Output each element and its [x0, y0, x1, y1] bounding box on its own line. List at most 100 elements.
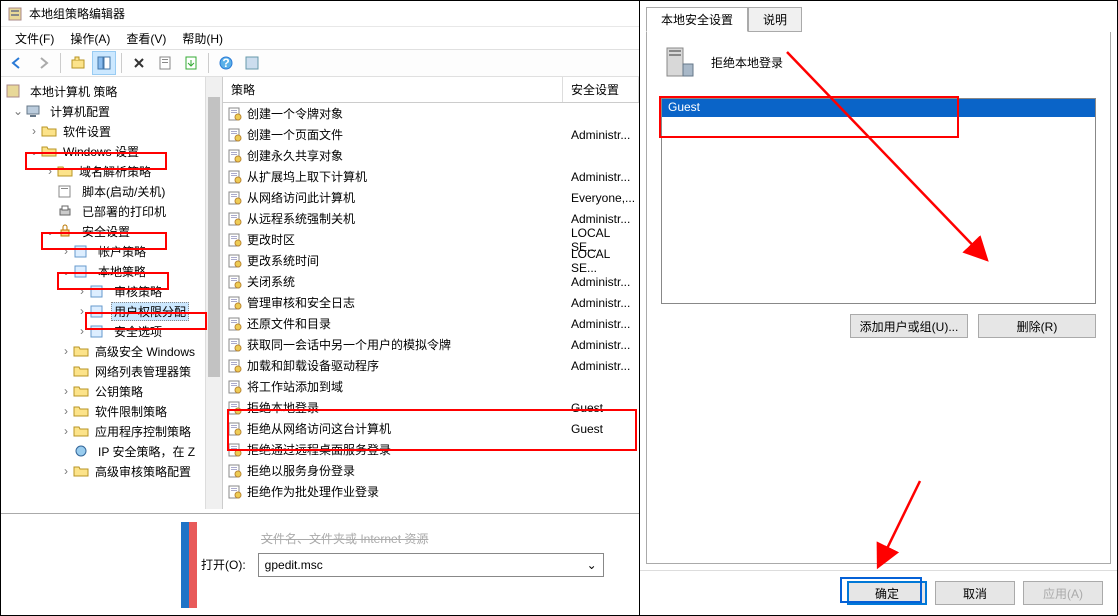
list-row[interactable]: 创建永久共享对象 — [223, 145, 639, 166]
apply-button[interactable]: 应用(A) — [1023, 581, 1103, 605]
col-header-policy[interactable]: 策略 — [223, 77, 563, 102]
list-row[interactable]: 管理审核和安全日志Administr... — [223, 292, 639, 313]
tree-software-settings[interactable]: 软件设置 — [60, 122, 114, 141]
tree-scripts[interactable]: 脚本(启动/关机) — [79, 182, 168, 201]
toggle-icon[interactable]: › — [75, 324, 89, 338]
policy-item-icon — [227, 127, 243, 143]
policy-item-icon — [227, 169, 243, 185]
toggle-icon[interactable]: › — [59, 464, 73, 478]
toggle-icon[interactable]: › — [75, 284, 89, 298]
toggle-icon[interactable]: ⌄ — [59, 264, 73, 278]
list-row[interactable]: 加载和卸载设备驱动程序Administr... — [223, 355, 639, 376]
menu-view[interactable]: 查看(V) — [120, 28, 172, 49]
user-item-guest[interactable]: Guest — [662, 99, 1095, 117]
svg-text:?: ? — [222, 56, 229, 70]
policy-name: 关闭系统 — [247, 273, 295, 290]
list-row[interactable]: 创建一个页面文件Administr... — [223, 124, 639, 145]
tab-local-security[interactable]: 本地安全设置 — [646, 7, 748, 32]
list-row[interactable]: 拒绝以服务身份登录 — [223, 460, 639, 481]
tree-audit-policy[interactable]: 审核策略 — [111, 282, 165, 301]
tabs: 本地安全设置 说明 — [640, 1, 1117, 32]
policy-icon — [89, 283, 105, 299]
tree-ip-security[interactable]: IP 安全策略，在 Z — [95, 442, 198, 461]
forward-button[interactable] — [31, 51, 55, 75]
list-row[interactable]: 从网络访问此计算机Everyone,... — [223, 187, 639, 208]
toggle-icon[interactable]: › — [59, 404, 73, 418]
tree-local-policy[interactable]: 本地策略 — [95, 262, 149, 281]
properties-button[interactable] — [153, 51, 177, 75]
list-row[interactable]: 创建一个令牌对象 — [223, 103, 639, 124]
up-button[interactable] — [66, 51, 90, 75]
tree-scrollbar[interactable] — [205, 77, 222, 509]
toggle-icon[interactable]: › — [59, 344, 73, 358]
add-user-button[interactable]: 添加用户或组(U)... — [850, 314, 968, 338]
list-body[interactable]: 创建一个令牌对象创建一个页面文件Administr... 创建永久共享对象从扩展坞… — [223, 103, 639, 509]
toggle-icon[interactable]: › — [75, 304, 89, 318]
policy-item-icon — [227, 442, 243, 458]
ip-icon — [73, 443, 89, 459]
menu-file[interactable]: 文件(F) — [9, 28, 60, 49]
toggle-icon[interactable]: ⌄ — [11, 104, 25, 118]
dropdown-icon[interactable]: ⌄ — [587, 558, 597, 572]
tree-security-options[interactable]: 安全选项 — [111, 322, 165, 341]
tree-software-restrict[interactable]: 软件限制策略 — [92, 402, 170, 421]
view-list-button[interactable] — [92, 51, 116, 75]
toggle-icon[interactable]: › — [43, 164, 57, 178]
tree-dns-policy[interactable]: 域名解析策略 — [76, 162, 154, 181]
toggle-icon[interactable]: › — [59, 424, 73, 438]
user-listbox[interactable]: Guest — [661, 98, 1096, 304]
dialog-title: 拒绝本地登录 — [711, 54, 783, 71]
tree-user-rights[interactable]: 用户权限分配 — [111, 302, 189, 321]
list-row[interactable]: 关闭系统Administr... — [223, 271, 639, 292]
computer-icon — [25, 103, 41, 119]
toggle-icon[interactable]: ⌄ — [27, 144, 41, 158]
server-icon — [661, 44, 697, 80]
tree-computer-config[interactable]: 计算机配置 — [47, 102, 113, 121]
ok-button[interactable]: 确定 — [847, 581, 927, 605]
policy-item-icon — [227, 463, 243, 479]
remove-button[interactable]: 删除(R) — [978, 314, 1096, 338]
policy-setting: Administr... — [563, 128, 639, 142]
list-row[interactable]: 从扩展坞上取下计算机Administr... — [223, 166, 639, 187]
menu-action[interactable]: 操作(A) — [64, 28, 116, 49]
tree-account-policy[interactable]: 帐户策略 — [95, 242, 149, 261]
list-row[interactable]: 拒绝通过远程桌面服务登录 — [223, 439, 639, 460]
help-button[interactable]: ? — [214, 51, 238, 75]
tree-advanced-audit[interactable]: 高级审核策略配置 — [92, 462, 194, 481]
tree-app-control[interactable]: 应用程序控制策略 — [92, 422, 194, 441]
policy-name: 拒绝本地登录 — [247, 399, 319, 416]
policy-name: 创建永久共享对象 — [247, 147, 343, 164]
cancel-button[interactable]: 取消 — [935, 581, 1015, 605]
refresh-button[interactable] — [240, 51, 264, 75]
policy-item-icon — [227, 379, 243, 395]
delete-button[interactable] — [127, 51, 151, 75]
list-row[interactable]: 拒绝从网络访问这台计算机Guest — [223, 418, 639, 439]
tree-advanced-windows[interactable]: 高级安全 Windows — [92, 342, 198, 361]
toggle-icon[interactable]: › — [59, 244, 73, 258]
tree-panel[interactable]: 本地计算机 策略 ⌄ 计算机配置 › 软件设置 ⌄ Windows 设置 › 域名解析策… — [1, 77, 223, 509]
tree-public-key[interactable]: 公钥策略 — [92, 382, 146, 401]
run-input[interactable]: gpedit.msc ⌄ — [258, 553, 604, 577]
list-row[interactable]: 更改系统时间LOCAL SE... — [223, 250, 639, 271]
list-row[interactable]: 拒绝本地登录Guest — [223, 397, 639, 418]
export-button[interactable] — [179, 51, 203, 75]
tab-description[interactable]: 说明 — [748, 7, 802, 32]
menu-help[interactable]: 帮助(H) — [176, 28, 229, 49]
toggle-icon[interactable]: ⌄ — [43, 224, 57, 238]
list-header[interactable]: 策略 安全设置 — [223, 77, 639, 103]
tree-root[interactable]: 本地计算机 策略 — [27, 82, 120, 101]
tree-security-settings[interactable]: 安全设置 — [79, 222, 133, 241]
policy-name: 还原文件和目录 — [247, 315, 331, 332]
toggle-icon[interactable]: › — [59, 384, 73, 398]
list-row[interactable]: 拒绝作为批处理作业登录 — [223, 481, 639, 502]
col-header-setting[interactable]: 安全设置 — [563, 77, 639, 102]
list-row[interactable]: 还原文件和目录Administr... — [223, 313, 639, 334]
back-button[interactable] — [5, 51, 29, 75]
tree-network-list[interactable]: 网络列表管理器策 — [92, 362, 194, 381]
list-row[interactable]: 获取同一会话中另一个用户的模拟令牌Administr... — [223, 334, 639, 355]
list-row[interactable]: 将工作站添加到域 — [223, 376, 639, 397]
toggle-icon[interactable]: › — [27, 124, 41, 138]
tree-printers[interactable]: 已部署的打印机 — [79, 202, 169, 221]
policy-icon — [89, 323, 105, 339]
tree-windows-settings[interactable]: Windows 设置 — [60, 142, 142, 161]
